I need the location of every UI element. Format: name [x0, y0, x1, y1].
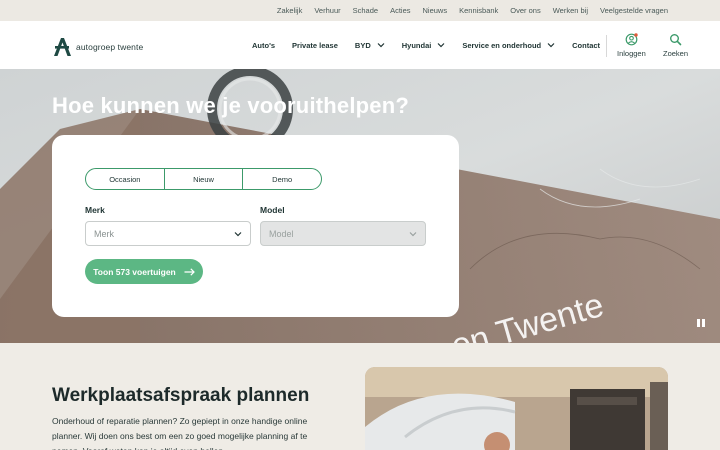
- model-label: Model: [260, 205, 285, 215]
- search-button[interactable]: Zoeken: [663, 33, 688, 58]
- nav-item-label: Auto's: [252, 40, 276, 50]
- utility-link-verhuur[interactable]: Verhuur: [314, 6, 340, 15]
- nav-item-label: Contact: [572, 40, 601, 50]
- workshop-text: Onderhoud of reparatie plannen? Zo gepie…: [52, 416, 308, 450]
- vehicle-search-card: Occasion Nieuw Demo Merk Merk Model Mode…: [52, 135, 459, 317]
- model-select-value: Model: [269, 228, 294, 239]
- nav-item-label: Hyundai: [401, 40, 432, 50]
- utility-link-over-ons[interactable]: Over ons: [510, 6, 540, 15]
- workshop-image: [365, 367, 668, 450]
- brand-select-value: Merk: [94, 228, 114, 239]
- show-vehicles-button[interactable]: Toon 573 voertuigen: [85, 259, 203, 284]
- search-icon: [670, 34, 682, 46]
- brand-select[interactable]: Merk: [85, 221, 251, 246]
- login-label: Inloggen: [617, 49, 646, 58]
- main-header: autogroep twente Auto's Private lease BY…: [0, 21, 720, 69]
- search-label: Zoeken: [663, 49, 689, 58]
- tab-occasion[interactable]: Occasion: [86, 169, 165, 189]
- utility-link-nieuws[interactable]: Nieuws: [423, 6, 448, 15]
- tab-demo[interactable]: Demo: [243, 169, 321, 189]
- login-button[interactable]: Inloggen: [617, 33, 646, 58]
- vehicle-type-tabs: Occasion Nieuw Demo: [85, 168, 322, 190]
- nav-item-label: BYD: [354, 40, 371, 50]
- logo-mark-icon: [54, 38, 71, 56]
- chevron-down-icon: [437, 43, 445, 48]
- chevron-down-icon: [234, 231, 242, 236]
- utility-link-schade[interactable]: Schade: [353, 6, 378, 15]
- nav-item-autos[interactable]: Auto's: [252, 41, 275, 50]
- chevron-down-icon: [409, 231, 417, 236]
- logo-text: autogroep twente: [76, 42, 144, 52]
- nav-item-label: Private lease: [292, 40, 338, 50]
- nav-item-hyundai[interactable]: Hyundai: [402, 41, 446, 50]
- chevron-down-icon: [377, 43, 385, 48]
- workshop-section: Werkplaatsafspraak plannen Onderhoud of …: [0, 343, 720, 450]
- utility-bar: Zakelijk Verhuur Schade Acties Nieuws Ke…: [0, 0, 720, 21]
- nav-item-byd[interactable]: BYD: [355, 41, 385, 50]
- workshop-title: Werkplaatsafspraak plannen: [52, 385, 310, 406]
- utility-links: Zakelijk Verhuur Schade Acties Nieuws Ke…: [277, 0, 668, 21]
- nav-item-service[interactable]: Service en onderhoud: [462, 41, 555, 50]
- show-vehicles-label: Toon 573 voertuigen: [93, 266, 176, 277]
- brand-label: Merk: [85, 205, 105, 215]
- arrow-right-icon: [184, 267, 195, 276]
- mechanic-photo: [365, 367, 668, 450]
- hero-title: Hoe kunnen we je vooruithelpen?: [52, 93, 410, 118]
- nav-divider: [606, 35, 607, 57]
- nav-item-contact[interactable]: Contact: [572, 41, 600, 50]
- user-circle-icon: [625, 33, 638, 46]
- utility-link-faq[interactable]: Veelgestelde vragen: [600, 6, 668, 15]
- tab-nieuw[interactable]: Nieuw: [165, 169, 244, 189]
- nav-item-label: Service en onderhoud: [462, 40, 542, 50]
- pause-icon[interactable]: [697, 319, 707, 329]
- utility-link-zakelijk[interactable]: Zakelijk: [277, 6, 302, 15]
- main-nav: Auto's Private lease BYD Hyundai Service…: [252, 21, 617, 69]
- utility-link-kennisbank[interactable]: Kennisbank: [459, 6, 498, 15]
- utility-link-werken-bij[interactable]: Werken bij: [553, 6, 588, 15]
- chevron-down-icon: [547, 43, 555, 48]
- utility-link-acties[interactable]: Acties: [390, 6, 410, 15]
- nav-item-private-lease[interactable]: Private lease: [292, 41, 338, 50]
- model-select[interactable]: Model: [260, 221, 426, 246]
- site-logo[interactable]: autogroep twente: [52, 37, 143, 57]
